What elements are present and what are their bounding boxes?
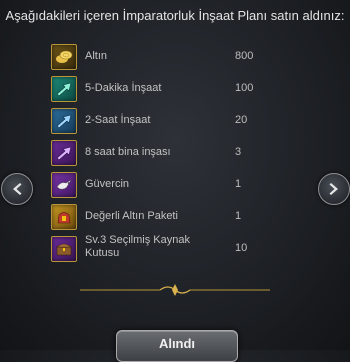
- received-button[interactable]: Alındı: [116, 330, 238, 362]
- item-name: 2-Saat İnşaat: [85, 114, 151, 126]
- speedup-arrow-icon: [51, 140, 77, 166]
- item-name: Altın: [85, 50, 108, 62]
- list-item: Altın 800: [47, 43, 292, 75]
- list-item: Değerli Altın Paketi 1: [47, 203, 292, 235]
- list-item: 5-Dakika İnşaat 100: [47, 75, 292, 107]
- item-name: Sv.3 Seçilmiş Kaynak Kutusu: [85, 234, 190, 259]
- gold-coins-icon: [51, 44, 77, 70]
- item-name: 8 saat bina inşası: [85, 146, 171, 158]
- item-quantity: 3: [235, 146, 242, 158]
- list-item: Güvercin 1: [47, 171, 292, 203]
- chevron-right-icon: [329, 183, 338, 195]
- item-quantity: 100: [235, 82, 254, 94]
- previous-button[interactable]: [1, 173, 33, 205]
- item-quantity: 1: [235, 210, 242, 222]
- speedup-arrow-icon: [51, 76, 77, 102]
- item-list: Altın 800 5-Dakika İnşaat 100 2-Saat İnş…: [47, 43, 292, 267]
- item-quantity: 1: [235, 178, 242, 190]
- item-quantity: 20: [235, 114, 248, 126]
- purchase-summary-heading: Aşağıdakileri içeren İmparatorluk İnşaat…: [5, 8, 345, 23]
- resource-chest-icon: [51, 236, 77, 262]
- list-item: 2-Saat İnşaat 20: [47, 107, 292, 139]
- speedup-arrow-icon: [51, 108, 77, 134]
- list-item: 8 saat bina inşası 3: [47, 139, 292, 171]
- item-name: Güvercin: [85, 178, 130, 190]
- ornamental-divider: [80, 284, 270, 296]
- item-quantity: 800: [235, 50, 254, 62]
- item-name: 5-Dakika İnşaat: [85, 82, 162, 94]
- item-quantity: 10: [235, 242, 248, 254]
- pigeon-icon: [51, 172, 77, 198]
- next-button[interactable]: [318, 173, 350, 205]
- item-name: Değerli Altın Paketi: [85, 210, 178, 222]
- chevron-left-icon: [13, 183, 22, 195]
- gold-pack-icon: [51, 204, 77, 230]
- list-item: Sv.3 Seçilmiş Kaynak Kutusu 10: [47, 234, 292, 267]
